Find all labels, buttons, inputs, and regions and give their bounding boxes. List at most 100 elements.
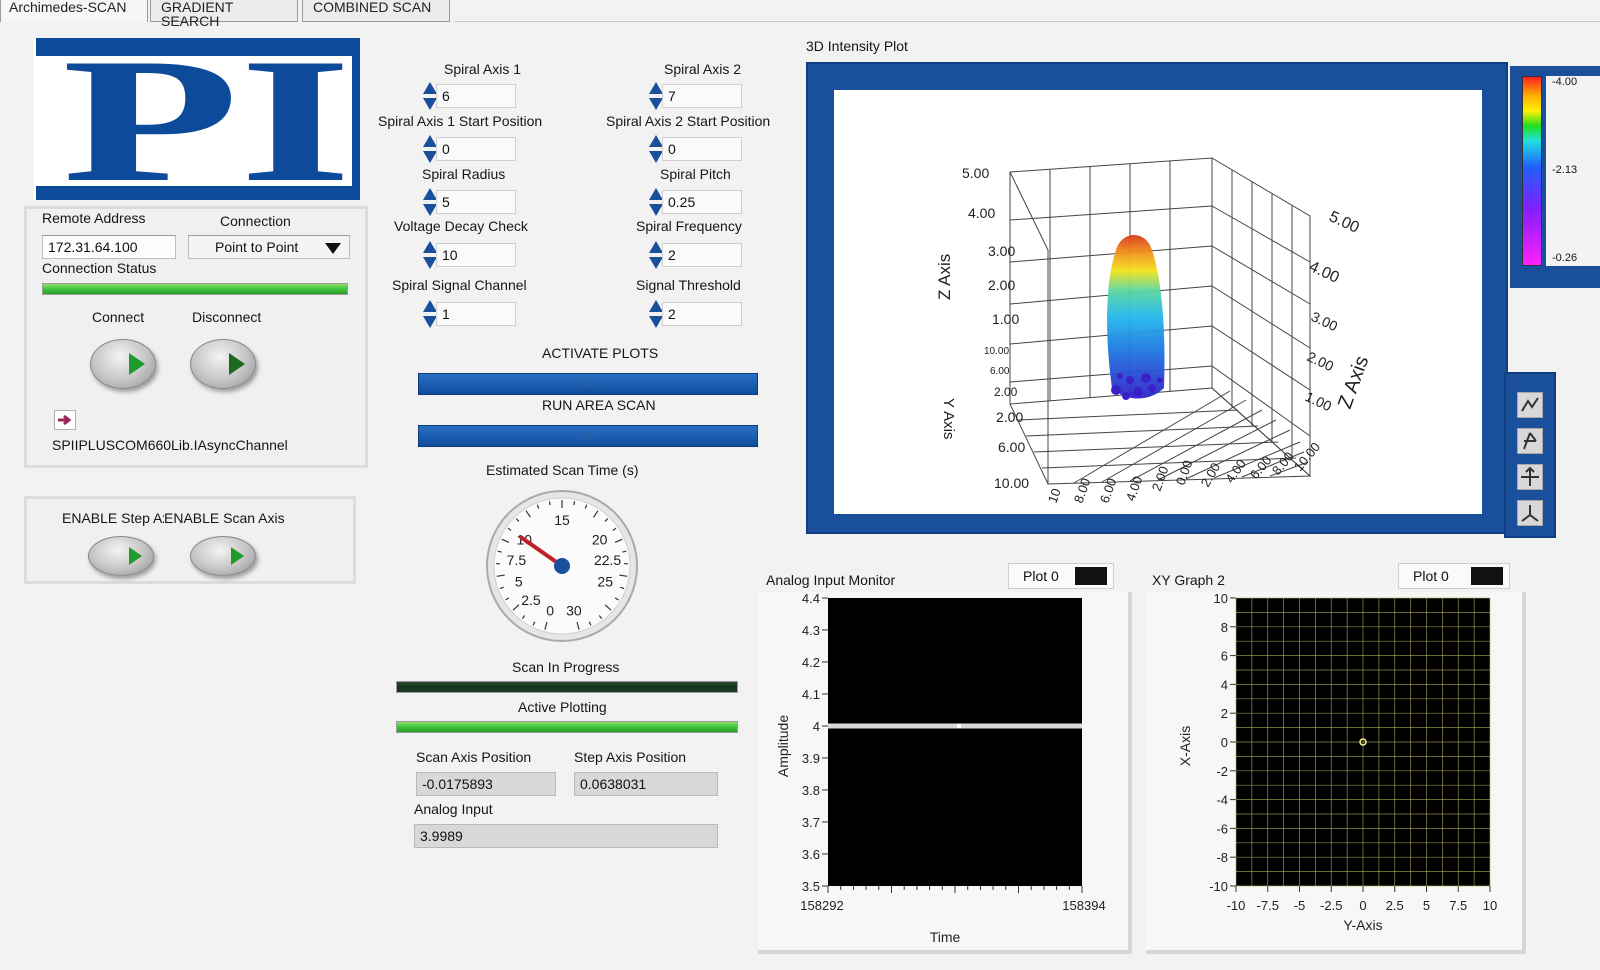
tab-combined-scan[interactable]: COMBINED SCAN (302, 0, 450, 22)
xy-ytick-label: 10 (1214, 594, 1228, 606)
channel-refnum-icon (54, 410, 76, 430)
analog-ytick-label: 4.4 (802, 594, 820, 606)
tab-gradient-search[interactable]: GRADIENT SEARCH (150, 0, 298, 28)
xy-y-axis-label: X-Axis (1177, 726, 1193, 766)
reset-view-icon[interactable] (1517, 500, 1543, 526)
plot3d-ztick: 6.00 (990, 366, 1010, 377)
gauge-tick-label: 5 (515, 574, 523, 590)
active-plotting-label: Active Plotting (518, 699, 607, 715)
enable-scan-axis-button[interactable] (190, 536, 256, 576)
spiral-axis-2-start-label: Spiral Axis 2 Start Position (606, 113, 771, 129)
plot3d-canvas[interactable]: 5.00 4.00 3.00 2.00 1.00 10.00 6.00 2.00… (834, 90, 1482, 514)
scan-led-icon (231, 547, 244, 565)
spiral-axis-2-field[interactable]: 7 (662, 84, 742, 108)
xy-xtick-label: 0 (1359, 898, 1366, 913)
xy-legend-label: Plot 0 (1413, 568, 1449, 584)
connect-label: Connect (92, 309, 145, 325)
spiral-pitch-field[interactable]: 0.25 (662, 190, 742, 214)
scan-time-gauge-label: Estimated Scan Time (s) (486, 462, 639, 478)
analog-monitor-title: Analog Input Monitor (766, 572, 896, 588)
spiral-radius-field[interactable]: 5 (436, 190, 516, 214)
activate-plots-button[interactable]: OK (418, 373, 758, 395)
xy-ytick-label: -8 (1216, 850, 1228, 865)
enable-step-axis-button[interactable] (88, 536, 154, 576)
plot3d-ztick: 10.00 (984, 346, 1009, 357)
spiral-frequency-field[interactable]: 2 (662, 243, 742, 267)
disconnect-led-icon (229, 353, 245, 375)
voltage-decay-field[interactable]: 10 (436, 243, 516, 267)
connection-label: Connection (220, 213, 291, 229)
run-area-scan-button[interactable]: OK (418, 425, 758, 447)
analog-ytick-label: 4.1 (802, 687, 820, 702)
xy-xtick-label: -2.5 (1320, 898, 1342, 913)
analog-cursor-point (957, 724, 961, 728)
tab-divider (455, 21, 1600, 22)
gauge-tick-label: 2.5 (521, 592, 541, 608)
gauge-tick-label: 30 (566, 602, 582, 618)
analog-monitor-legend[interactable]: Plot 0 (1008, 563, 1114, 589)
pi-logo: PI (34, 21, 360, 219)
xy-xtick-label: -10 (1227, 898, 1246, 913)
spiral-axis-2-start-field[interactable]: 0 (662, 137, 742, 161)
step-led-icon (129, 547, 142, 565)
scan-in-progress-bar (396, 681, 738, 693)
activate-plots-label: ACTIVATE PLOTS (542, 345, 659, 361)
voltage-decay-label: Voltage Decay Check (394, 218, 528, 234)
gauge-tick-label: 15 (554, 512, 570, 528)
active-plotting-bar (396, 721, 738, 733)
plot3d-ztick: 1.00 (992, 311, 1019, 327)
gauge-tick-label: 25 (597, 574, 613, 590)
plot3d-ztick: 6.00 (998, 439, 1025, 455)
connection-status-label: Connection Status (42, 260, 157, 276)
plot3d-z-axis-label: Z Axis (935, 254, 954, 300)
plot3d-ztick: 2.00 (994, 385, 1018, 399)
xy-xtick-label: 5 (1423, 898, 1430, 913)
analog-plot-area (828, 598, 1082, 886)
plot3d-right-tick: 1.00 (1303, 388, 1335, 414)
xy-graph-legend[interactable]: Plot 0 (1398, 563, 1510, 589)
remote-address-field[interactable]: 172.31.64.100 (42, 235, 176, 259)
spiral-axis-2-label: Spiral Axis 2 (664, 61, 742, 77)
xy-ytick-label: 8 (1221, 620, 1228, 635)
xy-graph-chart[interactable]: 10 8 6 4 2 0 -2 -4 -6 -8 -10 -10 -7.5 -5 -2.5 0 2.5 5 7.5 1… (1146, 594, 1526, 954)
plot3d-right-tick: 4.00 (1306, 258, 1341, 287)
analog-ytick-label: 3.5 (802, 879, 820, 894)
signal-threshold-label: Signal Threshold (636, 277, 741, 293)
spiral-axis-1-field[interactable]: 6 (436, 84, 516, 108)
xy-ytick-label: -10 (1209, 879, 1228, 894)
pan-view-icon[interactable] (1517, 464, 1543, 490)
xy-ytick-label: -6 (1216, 821, 1228, 836)
svg-text:6.00: 6.00 (1097, 476, 1120, 505)
colorbar-label: -2.13 (1552, 164, 1578, 176)
plot3d-ztick: 2.00 (996, 409, 1023, 425)
step-axis-position-value: 0.0638031 (574, 772, 718, 796)
rotate-view-icon[interactable] (1517, 392, 1543, 418)
plot-line-icon (1075, 567, 1107, 585)
svg-text:10.00: 10.00 (1291, 439, 1323, 474)
disconnect-button[interactable] (190, 339, 256, 389)
zoom-view-icon[interactable] (1517, 428, 1543, 454)
tab-archimedes-scan[interactable]: Archimedes-SCAN (0, 0, 148, 22)
analog-y-axis-label: Amplitude (775, 715, 791, 777)
spiral-axis-1-start-field[interactable]: 0 (436, 137, 516, 161)
svg-text:4.00: 4.00 (1123, 474, 1146, 503)
xy-ytick-label: -2 (1216, 764, 1228, 779)
xy-ytick-label: 0 (1221, 735, 1228, 750)
analog-monitor-chart[interactable]: 4.4 4.3 4.2 4.1 4 3.9 3.8 3.7 3.6 3.5 158292 158394… (758, 594, 1132, 954)
connection-select[interactable]: Point to Point (188, 235, 350, 259)
run-area-scan-label: RUN AREA SCAN (542, 397, 656, 413)
analog-xtick-label: 158394 (1062, 898, 1105, 913)
xy-xtick-label: 7.5 (1449, 898, 1467, 913)
plot3d-right-tick: 5.00 (1326, 208, 1361, 237)
analog-ytick-label: 3.6 (802, 847, 820, 862)
svg-text:10: 10 (1045, 486, 1064, 505)
connect-button[interactable] (90, 339, 156, 389)
enable-scan-axis-label: ENABLE Scan Axis (164, 510, 285, 526)
plot3d-y-axis-label: Y Axis (940, 398, 957, 439)
plot3d-right-tick: 3.00 (1309, 308, 1341, 334)
channel-name: SPIIPLUSCOM660Lib.IAsyncChannel (52, 437, 288, 453)
signal-threshold-field[interactable]: 2 (662, 302, 742, 326)
step-axis-position-label: Step Axis Position (574, 749, 687, 765)
spiral-signal-channel-field[interactable]: 1 (436, 302, 516, 326)
analog-legend-label: Plot 0 (1023, 568, 1059, 584)
